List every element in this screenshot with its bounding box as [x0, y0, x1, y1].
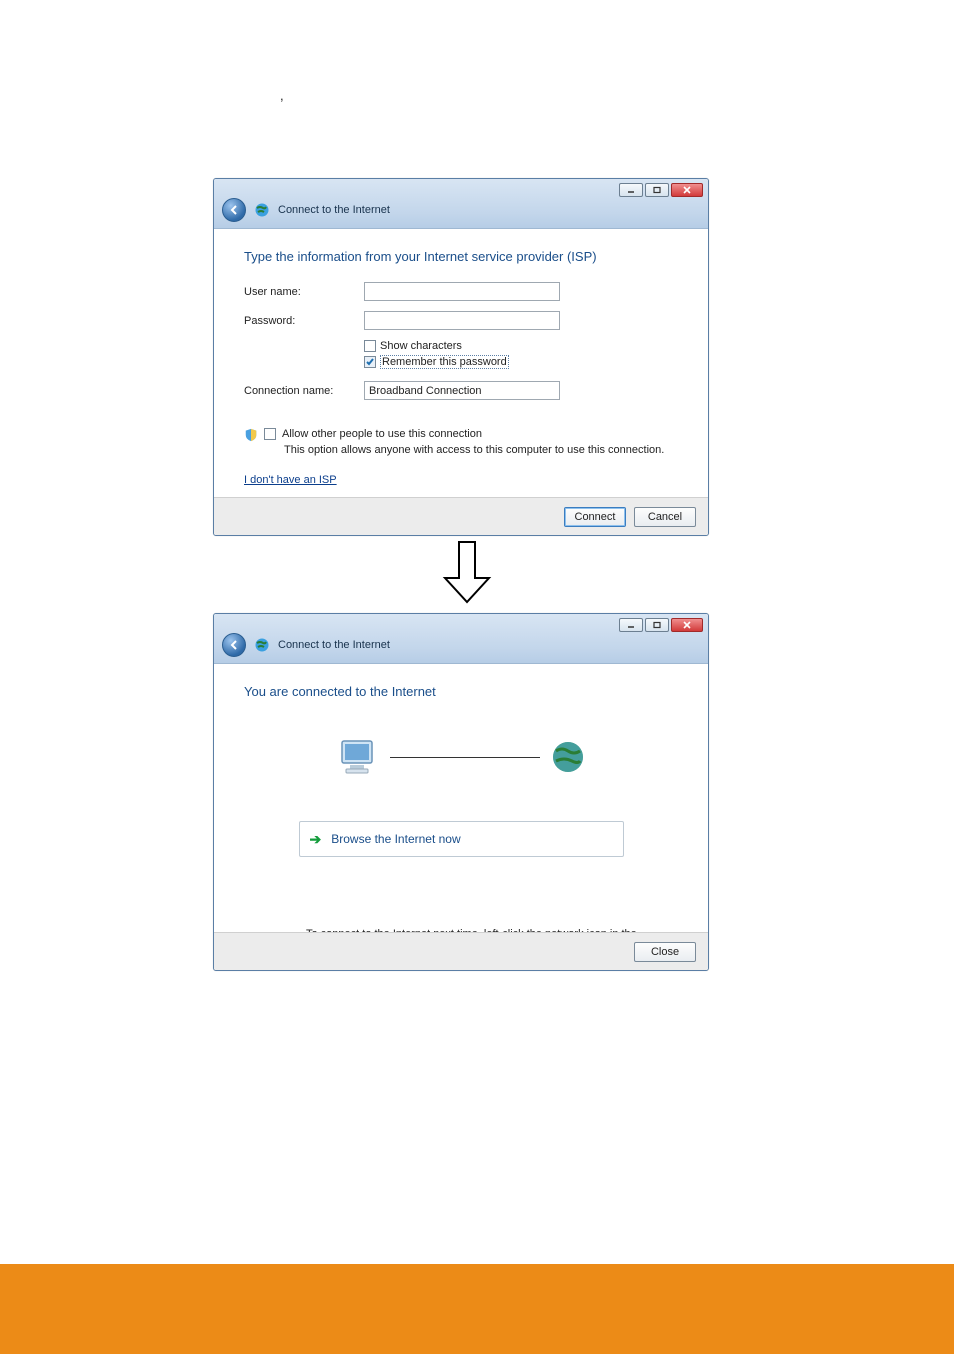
show-chars-checkbox[interactable] — [364, 340, 376, 352]
back-arrow-icon — [228, 204, 240, 216]
connection-name-row: Connection name: — [244, 381, 678, 400]
window-title: Connect to the Internet — [278, 639, 390, 651]
globe-icon — [254, 637, 270, 653]
titlebar-row: Connect to the Internet — [222, 633, 390, 657]
window-controls — [619, 618, 703, 632]
connected-dialog-window: Connect to the Internet You are connecte… — [213, 613, 709, 971]
internet-globe-icon — [550, 739, 586, 775]
connection-line — [390, 757, 540, 758]
allow-others-checkbox[interactable] — [264, 428, 276, 440]
no-isp-link[interactable]: I don't have an ISP — [244, 474, 337, 486]
username-input[interactable] — [364, 282, 560, 301]
connection-name-input[interactable] — [364, 381, 560, 400]
window-title: Connect to the Internet — [278, 204, 390, 216]
cancel-button[interactable]: Cancel — [634, 507, 696, 527]
close-icon — [682, 621, 692, 629]
globe-icon — [254, 202, 270, 218]
password-row: Password: — [244, 311, 678, 330]
content-area: Type the information from your Internet … — [214, 229, 708, 498]
browse-internet-label: Browse the Internet now — [331, 832, 460, 846]
username-row: User name: — [244, 282, 678, 301]
show-chars-label: Show characters — [380, 340, 462, 352]
back-button[interactable] — [222, 633, 246, 657]
back-arrow-icon — [228, 639, 240, 651]
stray-comma: , — [280, 88, 284, 103]
arrow-right-icon: ➔ — [310, 831, 322, 848]
flow-arrow-icon — [439, 540, 495, 606]
connect-button[interactable]: Connect — [564, 507, 626, 527]
isp-dialog-window: Connect to the Internet Type the informa… — [213, 178, 709, 536]
back-button[interactable] — [222, 198, 246, 222]
close-button[interactable] — [671, 183, 703, 197]
remember-checkbox[interactable] — [364, 356, 376, 368]
page-heading: You are connected to the Internet — [244, 684, 678, 699]
computer-icon — [336, 737, 380, 777]
footer-bar: Connect Cancel — [214, 497, 708, 535]
close-button[interactable] — [671, 618, 703, 632]
minimize-icon — [626, 621, 636, 629]
maximize-button[interactable] — [645, 618, 669, 632]
connection-graphic — [244, 723, 678, 791]
close-icon — [682, 186, 692, 194]
password-label: Password: — [244, 315, 364, 327]
remember-row: Remember this password — [364, 355, 678, 369]
page-footer-band — [0, 1264, 954, 1354]
show-chars-row: Show characters — [364, 340, 678, 352]
password-input[interactable] — [364, 311, 560, 330]
allow-others-block: Allow other people to use this connectio… — [244, 428, 678, 442]
allow-others-label: Allow other people to use this connectio… — [282, 428, 482, 440]
check-icon — [365, 357, 375, 367]
titlebar: Connect to the Internet — [214, 614, 708, 664]
close-button[interactable]: Close — [634, 942, 696, 962]
page-root: , C — [0, 0, 954, 1354]
minimize-icon — [626, 186, 636, 194]
allow-others-help: This option allows anyone with access to… — [284, 444, 678, 456]
titlebar: Connect to the Internet — [214, 179, 708, 229]
connection-name-label: Connection name: — [244, 385, 364, 397]
window-controls — [619, 183, 703, 197]
shield-icon — [244, 428, 258, 442]
remember-label: Remember this password — [380, 355, 509, 369]
maximize-button[interactable] — [645, 183, 669, 197]
username-label: User name: — [244, 286, 364, 298]
browse-internet-cmdlink[interactable]: ➔ Browse the Internet now — [299, 821, 624, 857]
maximize-icon — [652, 186, 662, 194]
content-area: You are connected to the Internet ➔ Bro — [214, 664, 708, 967]
footer-bar: Close — [214, 932, 708, 970]
page-heading: Type the information from your Internet … — [244, 249, 678, 264]
maximize-icon — [652, 621, 662, 629]
titlebar-row: Connect to the Internet — [222, 198, 390, 222]
minimize-button[interactable] — [619, 618, 643, 632]
minimize-button[interactable] — [619, 183, 643, 197]
